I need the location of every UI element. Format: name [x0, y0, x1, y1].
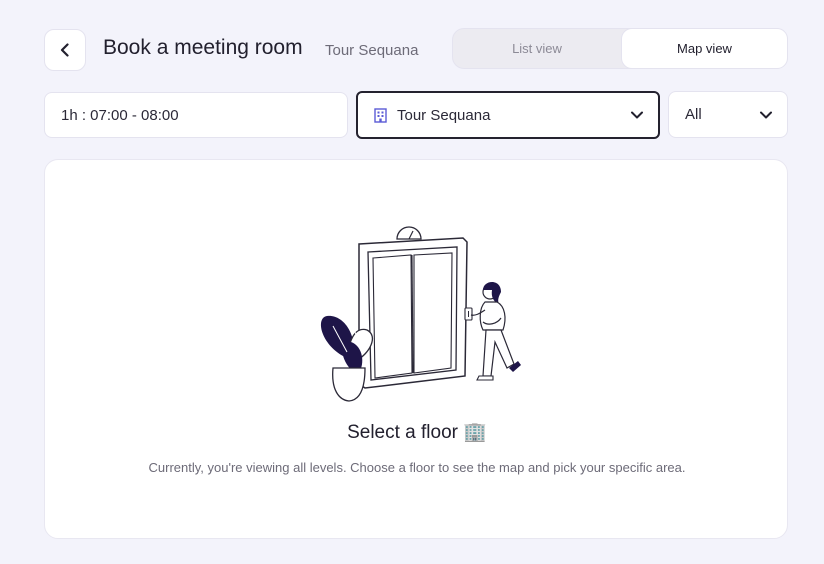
building-icon: [374, 107, 387, 123]
empty-state-description: Currently, you're viewing all levels. Ch…: [148, 460, 686, 475]
level-select[interactable]: All: [668, 91, 788, 138]
level-select-value: All: [685, 106, 702, 123]
page-title: Book a meeting room: [103, 36, 303, 59]
building-select[interactable]: Tour Sequana: [356, 91, 660, 139]
back-button[interactable]: [44, 29, 86, 71]
view-toggle: List view Map view: [452, 28, 788, 69]
elevator-illustration: [320, 226, 521, 402]
building-select-value: Tour Sequana: [397, 106, 491, 124]
chevron-down-icon: [631, 111, 643, 119]
chevron-down-icon: [760, 111, 772, 118]
list-view-tab[interactable]: List view: [453, 29, 621, 68]
chevron-left-icon: [60, 43, 69, 57]
time-range-field[interactable]: 1h : 07:00 - 08:00: [44, 92, 348, 138]
building-subtitle: Tour Sequana: [325, 42, 419, 59]
map-card: Select a floor 🏢 Currently, you're viewi…: [44, 159, 788, 539]
map-view-tab[interactable]: Map view: [621, 28, 788, 69]
empty-state-title: Select a floor 🏢: [347, 422, 487, 443]
time-range-value: 1h : 07:00 - 08:00: [61, 106, 179, 124]
